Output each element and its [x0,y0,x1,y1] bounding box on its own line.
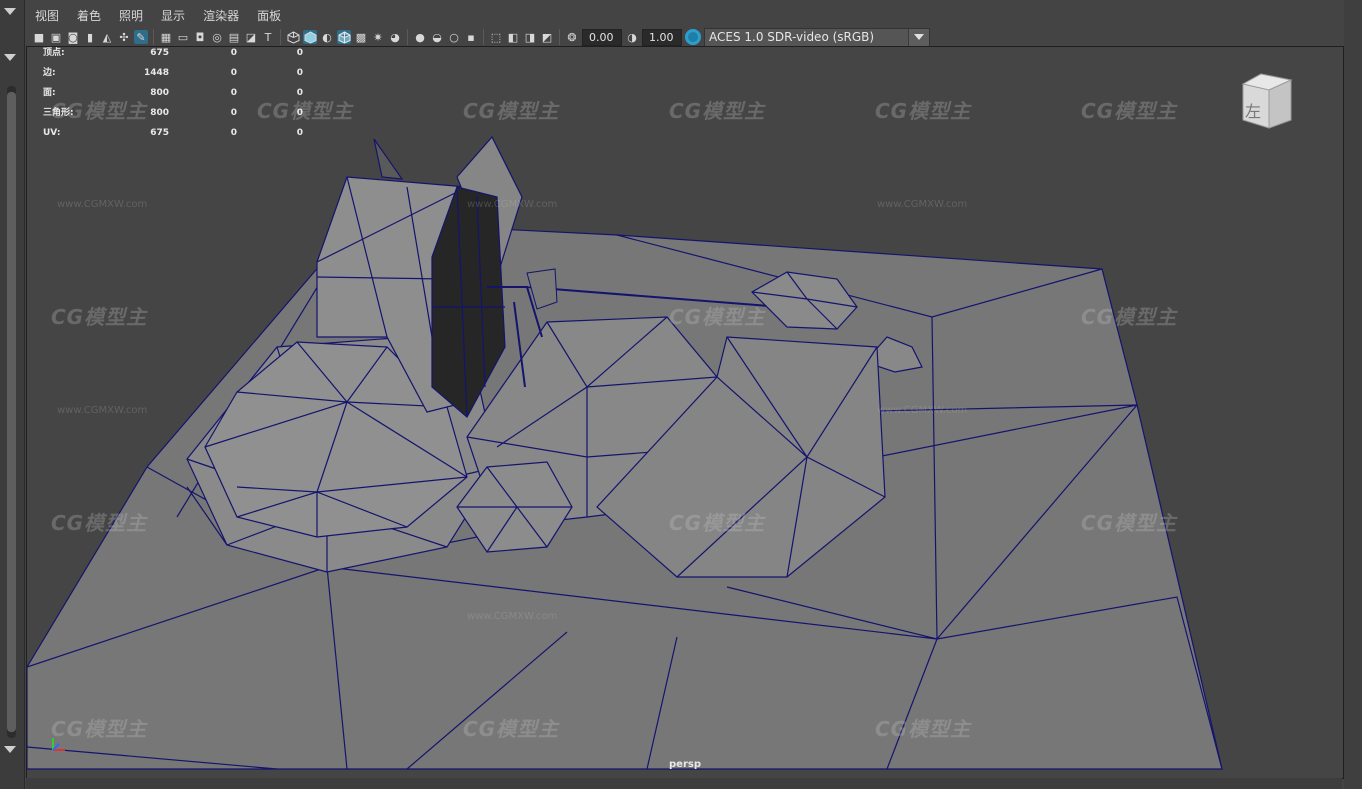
axis-gizmo-icon [52,738,65,751]
toolbar-separator [407,29,408,45]
color-space-value: ACES 1.0 SDR-video (sRGB) [709,30,875,44]
exposure-icon[interactable]: ◑ [625,30,639,44]
depth-of-field-icon[interactable]: ▪ [464,30,478,44]
xray-active-components-icon[interactable]: ◨ [523,30,537,44]
motion-blur-icon[interactable]: ◒ [430,30,444,44]
two-d-pan-icon[interactable]: ✣ [117,30,131,44]
safe-action-icon[interactable]: ◪ [244,30,258,44]
shadows-icon[interactable]: ◕ [388,30,402,44]
view-cube[interactable]: 左 [1239,72,1295,130]
toolbar-separator [280,29,281,45]
left-side-panel [0,0,25,789]
scroll-down-arrow-icon[interactable] [4,746,16,753]
viewport-toolbar: ■ ▣ ◙ ▮ ◭ ✣ ✎ ▦ ▭ ◘ ◎ ▤ ◪ T ◐ ▩ ✷ ◕ ● ◒ … [26,26,1342,48]
panel-menu-arrow-icon[interactable] [4,54,16,61]
xray-joints-icon[interactable]: ◩ [540,30,554,44]
screen-space-ao-icon[interactable]: ● [413,30,427,44]
resolution-gate-icon[interactable]: ◘ [193,30,207,44]
cone-top [373,138,404,180]
isolate-select-icon[interactable]: ⬚ [489,30,503,44]
toolbar-separator [483,29,484,45]
collapse-arrow-icon[interactable] [4,8,16,15]
grid-icon[interactable]: ▦ [159,30,173,44]
menu-view[interactable]: 视图 [26,7,68,24]
camera-label: persp [669,759,701,770]
default-material-icon[interactable]: ◐ [320,30,334,44]
toolbar-separator [559,29,560,45]
color-management-icon[interactable] [685,29,701,45]
bottom-bar [26,778,1342,789]
exposure-field[interactable]: 1.00 [642,28,682,46]
perspective-viewport[interactable]: CG模型主 CG模型主 CG模型主 CG模型主 CG模型主 CG模型主 CG模型… [26,46,1344,779]
anti-aliasing-icon[interactable]: ○ [447,30,461,44]
smooth-shade-icon[interactable] [303,30,317,44]
color-space-dropdown[interactable]: ACES 1.0 SDR-video (sRGB) [704,27,930,47]
textured-icon[interactable]: ▩ [354,30,368,44]
gamma-field[interactable]: 0.00 [582,28,622,46]
scene-wireframe [27,135,1223,770]
wireframe-on-shaded-icon[interactable] [337,30,351,44]
bookmark-icon[interactable]: ▮ [83,30,97,44]
wireframe-icon[interactable] [286,30,300,44]
image-plane-icon[interactable]: ◭ [100,30,114,44]
lock-camera-icon[interactable]: ▣ [49,30,63,44]
camera-attributes-icon[interactable]: ◙ [66,30,80,44]
film-gate-icon[interactable]: ▭ [176,30,190,44]
menu-lighting[interactable]: 照明 [110,7,152,24]
menu-show[interactable]: 显示 [152,7,194,24]
field-chart-icon[interactable]: ▤ [227,30,241,44]
menu-panels[interactable]: 面板 [248,7,290,24]
grease-pencil-icon[interactable]: ✎ [134,30,148,44]
menu-shading[interactable]: 着色 [68,7,110,24]
xray-icon[interactable]: ◧ [506,30,520,44]
safe-title-icon[interactable]: T [261,30,275,44]
select-camera-icon[interactable]: ■ [32,30,46,44]
right-side-panel [1344,0,1362,789]
scrollbar-thumb[interactable] [7,92,16,732]
chevron-down-icon[interactable] [908,28,929,46]
gamma-icon[interactable]: ❂ [565,30,579,44]
gate-mask-icon[interactable]: ◎ [210,30,224,44]
view-cube-label: 左 [1245,102,1262,121]
toolbar-separator [153,29,154,45]
menu-renderer[interactable]: 渲染器 [194,7,248,24]
use-all-lights-icon[interactable]: ✷ [371,30,385,44]
panel-menu-bar: 视图 着色 照明 显示 渲染器 面板 [26,4,1342,26]
